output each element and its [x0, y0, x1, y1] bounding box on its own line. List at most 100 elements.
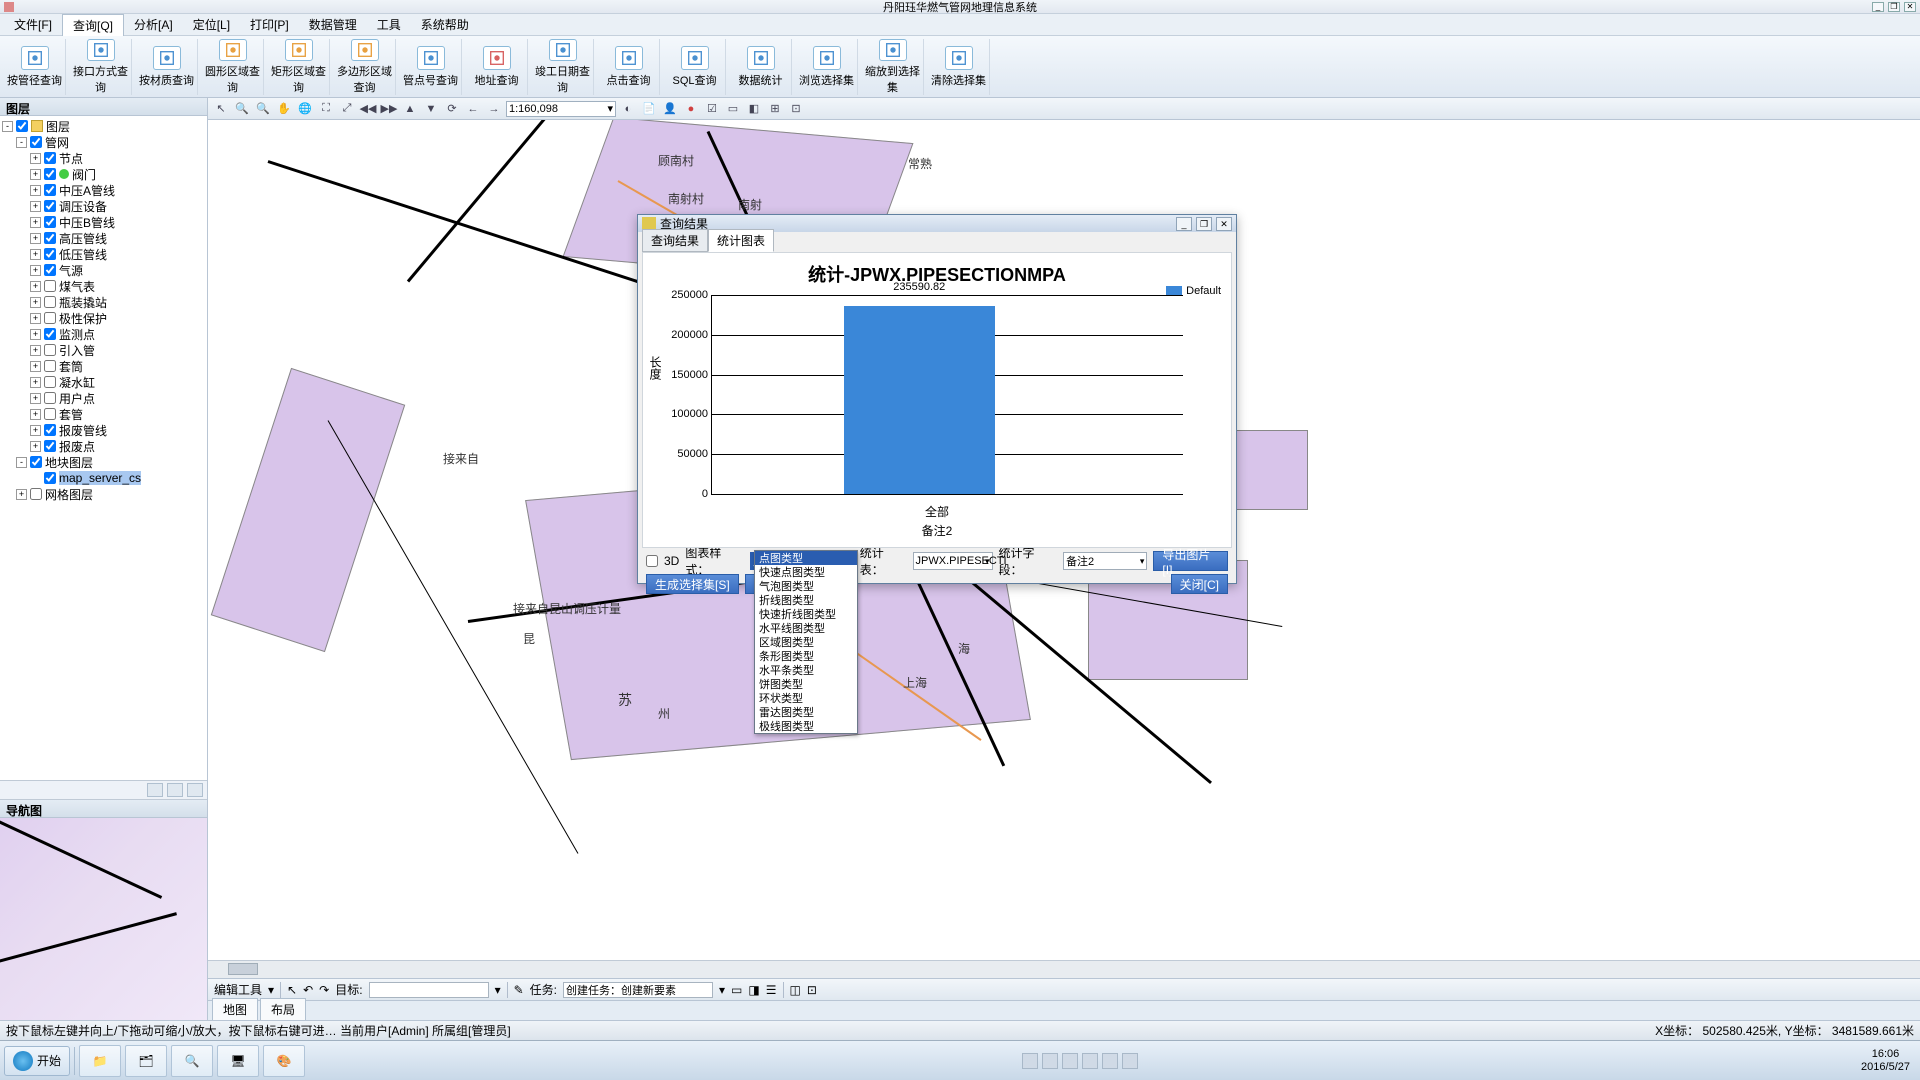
dropdown-option[interactable]: 极线图类型 — [755, 719, 857, 733]
ribbon-btn-7[interactable]: 地址查询 — [466, 39, 528, 95]
layer-checkbox[interactable] — [44, 232, 56, 244]
layer-row-15[interactable]: +套筒 — [2, 358, 205, 374]
tab-map[interactable]: 地图 — [212, 998, 258, 1020]
menu-analysis[interactable]: 分析[A] — [124, 14, 183, 35]
twisty-icon[interactable]: + — [30, 153, 41, 164]
refresh-tool[interactable]: ⟳ — [443, 101, 461, 117]
menu-data[interactable]: 数据管理 — [299, 14, 367, 35]
layer-checkbox[interactable] — [44, 328, 56, 340]
tray-icon-2[interactable] — [1042, 1053, 1058, 1069]
dropdown-option[interactable]: 饼图类型 — [755, 677, 857, 691]
twisty-icon[interactable]: + — [30, 425, 41, 436]
combo-stat-table[interactable]: JPWX.PIPESECTI — [913, 552, 993, 570]
twisty-icon[interactable]: + — [30, 169, 41, 180]
tray-icon-5[interactable] — [1102, 1053, 1118, 1069]
layer-row-4[interactable]: +中压A管线 — [2, 182, 205, 198]
layer-row-5[interactable]: +调压设备 — [2, 198, 205, 214]
scale-combo[interactable]: 1:160,098▾ — [506, 101, 616, 117]
edit-t1[interactable]: ▭ — [731, 983, 742, 997]
tree-btn-1[interactable] — [147, 783, 163, 797]
twisty-icon[interactable]: - — [16, 457, 27, 468]
menu-query[interactable]: 查询[Q] — [62, 14, 124, 36]
next-ext-tool[interactable]: → — [485, 101, 503, 117]
ribbon-btn-1[interactable]: 接口方式查询 — [70, 39, 132, 95]
twisty-icon[interactable]: - — [2, 121, 13, 132]
target-combo[interactable] — [369, 982, 489, 998]
close-button[interactable]: ✕ — [1904, 2, 1916, 12]
zoomout-tool[interactable]: 🔍 — [254, 101, 272, 117]
extent-tool[interactable]: ⛶ — [317, 101, 335, 117]
down-tool[interactable]: ▼ — [422, 101, 440, 117]
layer-row-0[interactable]: -图层 — [2, 118, 205, 134]
checkbox-3d[interactable] — [646, 555, 658, 567]
menu-tools[interactable]: 工具 — [367, 14, 411, 35]
close-button-qwin[interactable]: 关闭[C] — [1171, 574, 1228, 594]
qwin-max[interactable]: ❐ — [1196, 217, 1212, 231]
layer-checkbox[interactable] — [44, 168, 56, 180]
tool-c[interactable]: 👤 — [661, 101, 679, 117]
up-tool[interactable]: ▲ — [401, 101, 419, 117]
pointer-tool[interactable]: ↖ — [212, 101, 230, 117]
layer-checkbox[interactable] — [44, 152, 56, 164]
edit-pen[interactable]: ✎ — [514, 983, 524, 997]
ribbon-btn-0[interactable]: 按管径查询 — [4, 39, 66, 95]
edit-t2[interactable]: ◨ — [748, 983, 759, 997]
layer-checkbox[interactable] — [44, 344, 56, 356]
task-paint[interactable]: 🎨 — [263, 1045, 305, 1077]
ribbon-btn-12[interactable]: 浏览选择集 — [796, 39, 858, 95]
dropdown-option[interactable]: 雷达图类型 — [755, 705, 857, 719]
ribbon-btn-8[interactable]: 竣工日期查询 — [532, 39, 594, 95]
pan-tool[interactable]: ✋ — [275, 101, 293, 117]
ribbon-btn-10[interactable]: SQL查询 — [664, 39, 726, 95]
layer-row-6[interactable]: +中压B管线 — [2, 214, 205, 230]
layer-checkbox[interactable] — [30, 488, 42, 500]
layer-row-21[interactable]: -地块图层 — [2, 454, 205, 470]
tool-g[interactable]: ◧ — [745, 101, 763, 117]
menu-locate[interactable]: 定位[L] — [183, 14, 240, 35]
twisty-icon[interactable]: + — [30, 329, 41, 340]
task-search[interactable]: 🔍 — [171, 1045, 213, 1077]
layer-row-14[interactable]: +引入管 — [2, 342, 205, 358]
qwin-close[interactable]: ✕ — [1216, 217, 1232, 231]
dropdown-option[interactable]: 折线图类型 — [755, 593, 857, 607]
layer-checkbox[interactable] — [44, 376, 56, 388]
layer-row-10[interactable]: +煤气表 — [2, 278, 205, 294]
twisty-icon[interactable]: + — [30, 313, 41, 324]
dropdown-option[interactable]: 区域图类型 — [755, 635, 857, 649]
edit-t4[interactable]: ◫ — [790, 983, 801, 997]
layer-checkbox[interactable] — [44, 184, 56, 196]
edit-redo[interactable]: ↷ — [319, 983, 329, 997]
map-h-scrollbar[interactable] — [208, 960, 1920, 978]
layer-row-3[interactable]: +阀门 — [2, 166, 205, 182]
layer-checkbox[interactable] — [44, 312, 56, 324]
layer-checkbox[interactable] — [16, 120, 28, 132]
start-button[interactable]: 开始 — [4, 1046, 70, 1076]
ribbon-btn-2[interactable]: 按材质查询 — [136, 39, 198, 95]
layer-row-13[interactable]: +监测点 — [2, 326, 205, 342]
nav-map[interactable] — [0, 818, 207, 1020]
ribbon-btn-4[interactable]: 矩形区域查询 — [268, 39, 330, 95]
twisty-icon[interactable]: + — [30, 441, 41, 452]
layer-row-23[interactable]: +网格图层 — [2, 486, 205, 502]
twisty-icon[interactable]: + — [30, 201, 41, 212]
edit-pointer[interactable]: ↖ — [287, 983, 297, 997]
ribbon-btn-11[interactable]: 数据统计 — [730, 39, 792, 95]
layer-row-18[interactable]: +套管 — [2, 406, 205, 422]
layer-row-20[interactable]: +报废点 — [2, 438, 205, 454]
layer-row-17[interactable]: +用户点 — [2, 390, 205, 406]
menu-file[interactable]: 文件[F] — [4, 14, 62, 35]
twisty-icon[interactable]: + — [30, 361, 41, 372]
task-app[interactable]: 🖥 — [217, 1045, 259, 1077]
task-explorer[interactable]: 📁 — [79, 1045, 121, 1077]
tool-f[interactable]: ▭ — [724, 101, 742, 117]
layer-checkbox[interactable] — [44, 264, 56, 276]
tab-layout[interactable]: 布局 — [260, 998, 306, 1020]
twisty-icon[interactable]: + — [30, 281, 41, 292]
layer-checkbox[interactable] — [44, 440, 56, 452]
tree-btn-3[interactable] — [187, 783, 203, 797]
twisty-icon[interactable]: - — [16, 137, 27, 148]
dropdown-option[interactable]: 气泡图类型 — [755, 579, 857, 593]
layer-checkbox[interactable] — [44, 408, 56, 420]
layer-row-16[interactable]: +凝水缸 — [2, 374, 205, 390]
tree-btn-2[interactable] — [167, 783, 183, 797]
